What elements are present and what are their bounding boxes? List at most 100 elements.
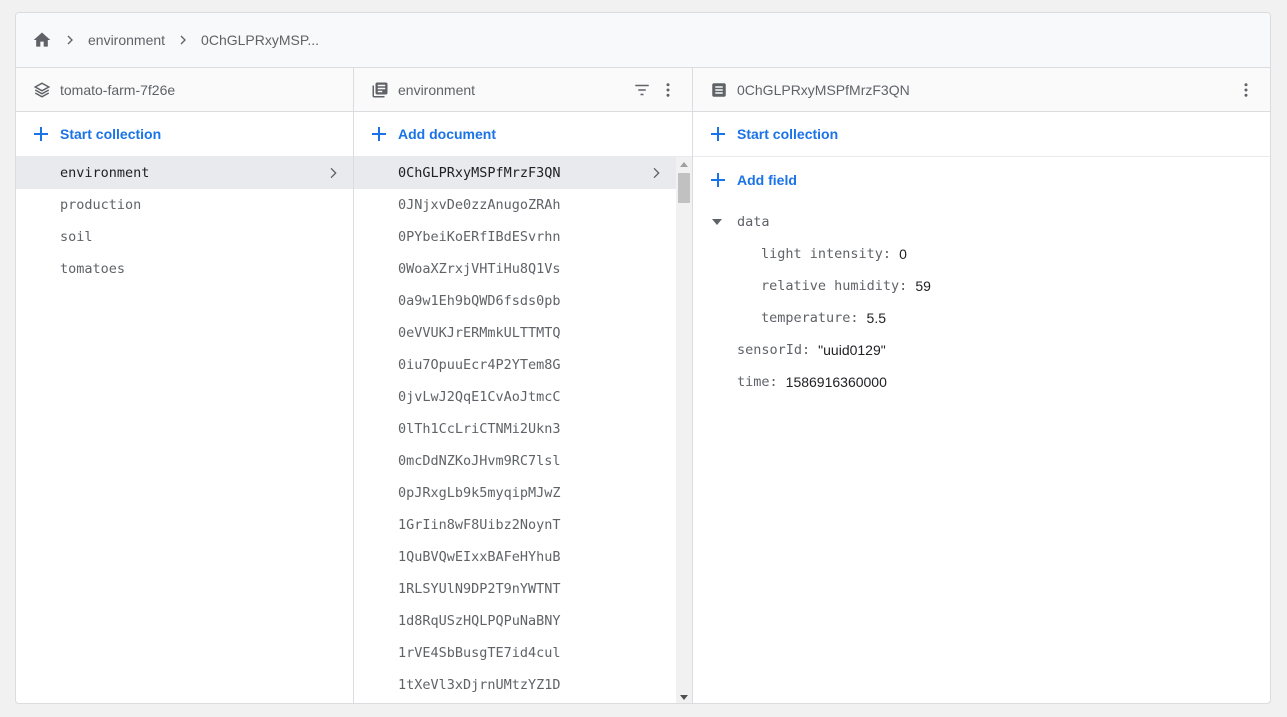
chevron-right-icon — [323, 163, 343, 183]
document-item-label: 1GrIin8wF8Uibz2NoynT — [398, 517, 561, 533]
field-row[interactable]: time: 1586916360000 — [693, 366, 1270, 398]
field-key: time — [737, 374, 770, 390]
document-item[interactable]: 1RLSYUlN9DP2T9nYWTNT — [354, 573, 692, 605]
document-item[interactable]: 1GrIin8wF8Uibz2NoynT — [354, 509, 692, 541]
breadcrumb-item-collection[interactable]: environment — [88, 32, 165, 48]
field-list: data light intensity: 0 relative humidit… — [693, 202, 1270, 398]
collection-icon — [370, 80, 390, 100]
field-key: temperature — [761, 310, 851, 326]
field-value: "uuid0129" — [818, 342, 886, 358]
more-vert-icon[interactable] — [656, 78, 680, 102]
document-item-label: 1d8RqUSzHQLPQPuNaBNY — [398, 613, 561, 629]
collection-item-tomatoes[interactable]: tomatoes — [16, 253, 353, 285]
field-colon: : — [899, 278, 908, 294]
scroll-up-arrow-icon[interactable] — [676, 157, 692, 171]
field-row[interactable]: sensorId: "uuid0129" — [693, 334, 1270, 366]
more-vert-icon[interactable] — [1234, 78, 1258, 102]
document-item[interactable]: 0WoaXZrxjVHTiHu8Q1Vs — [354, 253, 692, 285]
document-item-label: 0WoaXZrxjVHTiHu8Q1Vs — [398, 261, 561, 277]
document-item[interactable]: 0jvLwJ2QqE1CvAoJtmcC — [354, 381, 692, 413]
add-document-label: Add document — [398, 126, 496, 142]
collection-item-label: tomatoes — [60, 261, 126, 277]
firestore-stack-icon — [32, 80, 52, 100]
add-field-label: Add field — [737, 171, 797, 188]
collection-item-environment[interactable]: environment — [16, 157, 353, 189]
document-item-label: 1QuBVQwEIxxBAFeHYhuB — [398, 549, 561, 565]
root-panel: tomato-farm-7f26e Start collection envir… — [16, 68, 354, 703]
document-item[interactable]: 0eVVUKJrERMmkULTTMTQ — [354, 317, 692, 349]
collection-item-label: production — [60, 197, 142, 213]
add-document-button[interactable]: Add document — [354, 112, 692, 157]
collection-item-label: soil — [60, 229, 93, 245]
document-item-label: 0jvLwJ2QqE1CvAoJtmcC — [398, 389, 561, 405]
document-item[interactable]: 0iu7OpuuEcr4P2YTem8G — [354, 349, 692, 381]
document-item[interactable]: 0PYbeiKoERfIBdESvrhn — [354, 221, 692, 253]
document-item[interactable]: 0lTh1CcLriCTNMi2Ukn3 — [354, 413, 692, 445]
document-item-label: 1tXeVl3xDjrnUMtzYZ1D — [398, 677, 561, 693]
field-row[interactable]: temperature: 5.5 — [693, 302, 1270, 334]
breadcrumb-item-document[interactable]: 0ChGLPRxyMSP... — [201, 32, 319, 48]
home-icon[interactable] — [32, 30, 52, 50]
caret-down-icon[interactable] — [711, 216, 723, 228]
document-list: 0ChGLPRxyMSPfMrzF3QN 0JNjxvDe0zzAnugoZRA… — [354, 157, 692, 701]
document-item-label: 0JNjxvDe0zzAnugoZRAh — [398, 197, 561, 213]
collection-title: environment — [398, 81, 476, 98]
field-value: 0 — [899, 246, 907, 262]
field-value: 5.5 — [866, 310, 887, 326]
start-collection-label: Start collection — [737, 126, 839, 142]
document-panel: 0ChGLPRxyMSPfMrzF3QN Start collection Ad… — [693, 68, 1270, 703]
field-row-data[interactable]: data — [693, 206, 1270, 238]
field-colon: : — [769, 374, 778, 390]
document-item-label: 0pJRxgLb9k5myqipMJwZ — [398, 485, 561, 501]
root-panel-header: tomato-farm-7f26e — [16, 68, 353, 112]
plus-icon — [709, 125, 727, 143]
collection-list: environment production soil tomatoes — [16, 157, 353, 285]
document-item[interactable]: 0ChGLPRxyMSPfMrzF3QN — [354, 157, 692, 189]
add-field-button[interactable]: Add field — [693, 157, 1270, 202]
document-item[interactable]: 0pJRxgLb9k5myqipMJwZ — [354, 477, 692, 509]
document-item[interactable]: 1tXeVl3xDjrnUMtzYZ1D — [354, 669, 692, 701]
filter-icon[interactable] — [630, 78, 654, 102]
field-row[interactable]: relative humidity: 59 — [693, 270, 1270, 302]
field-key: data — [737, 214, 770, 230]
plus-icon — [709, 171, 727, 189]
document-item-label: 0iu7OpuuEcr4P2YTem8G — [398, 357, 561, 373]
panels-container: tomato-farm-7f26e Start collection envir… — [16, 68, 1270, 703]
project-title: tomato-farm-7f26e — [60, 81, 176, 98]
document-list-scrollbar[interactable] — [676, 157, 692, 703]
field-colon: : — [882, 246, 892, 262]
document-item[interactable]: 1QuBVQwEIxxBAFeHYhuB — [354, 541, 692, 573]
document-title: 0ChGLPRxyMSPfMrzF3QN — [737, 81, 910, 98]
document-item[interactable]: 0a9w1Eh9bQWD6fsds0pb — [354, 285, 692, 317]
document-item[interactable]: 1d8RqUSzHQLPQPuNaBNY — [354, 605, 692, 637]
collection-panel: environment Add document 0ChGLPRxyMSPfMr… — [354, 68, 693, 703]
field-colon: : — [802, 342, 811, 358]
scroll-down-arrow-icon[interactable] — [676, 691, 692, 703]
document-item-label: 0a9w1Eh9bQWD6fsds0pb — [398, 293, 561, 309]
document-panel-header: 0ChGLPRxyMSPfMrzF3QN — [693, 68, 1270, 112]
field-key: sensorId — [737, 342, 803, 358]
start-collection-label: Start collection — [60, 126, 162, 142]
breadcrumb: environment 0ChGLPRxyMSP... — [16, 13, 1270, 68]
collection-item-label: environment — [60, 165, 150, 181]
field-key: relative humidity — [761, 278, 900, 294]
collection-item-production[interactable]: production — [16, 189, 353, 221]
document-item-label: 0lTh1CcLriCTNMi2Ukn3 — [398, 421, 561, 437]
document-icon — [709, 80, 729, 100]
document-item-label: 1rVE4SbBusgTE7id4cul — [398, 645, 561, 661]
collection-panel-header: environment — [354, 68, 692, 112]
document-item[interactable]: 1rVE4SbBusgTE7id4cul — [354, 637, 692, 669]
field-value: 1586916360000 — [785, 374, 887, 390]
field-key: light intensity — [761, 246, 883, 262]
chevron-right-icon — [646, 163, 666, 183]
document-item-label: 0eVVUKJrERMmkULTTMTQ — [398, 325, 561, 341]
start-collection-button[interactable]: Start collection — [16, 112, 353, 157]
document-item[interactable]: 0JNjxvDe0zzAnugoZRAh — [354, 189, 692, 221]
document-item[interactable]: 0mcDdNZKoJHvm9RC7lsl — [354, 445, 692, 477]
scrollbar-thumb[interactable] — [678, 173, 690, 203]
field-colon: : — [850, 310, 859, 326]
collection-item-soil[interactable]: soil — [16, 221, 353, 253]
field-row[interactable]: light intensity: 0 — [693, 238, 1270, 270]
start-subcollection-button[interactable]: Start collection — [693, 112, 1270, 157]
plus-icon — [370, 125, 388, 143]
